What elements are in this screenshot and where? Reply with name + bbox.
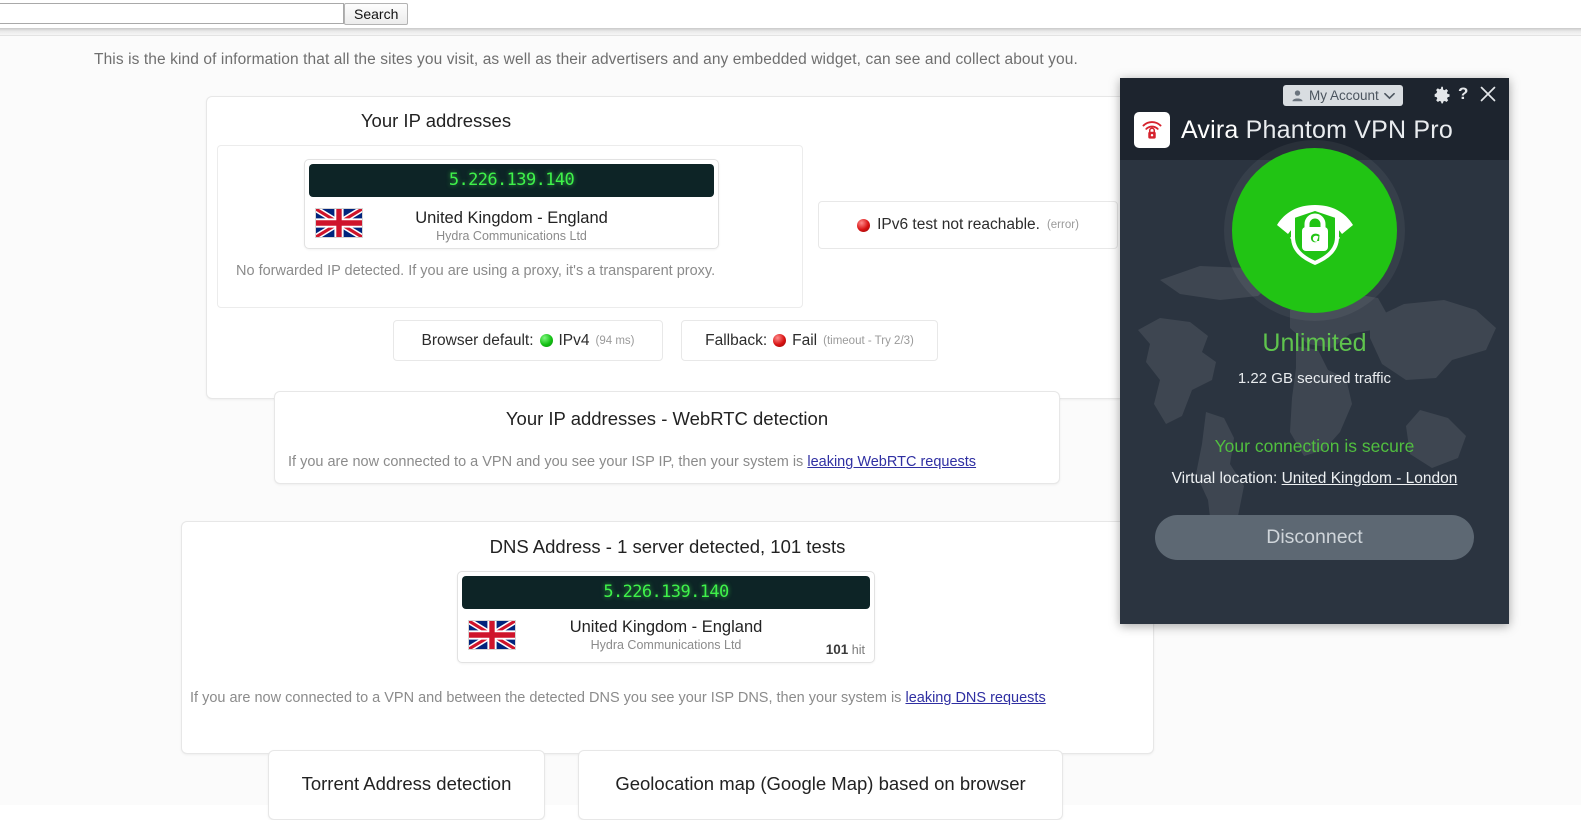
dns-ip-isp: Hydra Communications Ltd [590, 638, 742, 652]
browser-default-pill: Browser default: IPv4 (94 ms) [393, 320, 663, 361]
ip-panel-title: Your IP addresses [360, 110, 512, 131]
webrtc-panel-title: Your IP addresses - WebRTC detection [505, 408, 829, 429]
intro-text: This is the kind of information that all… [94, 51, 1078, 68]
leaking-webrtc-link[interactable]: leaking WebRTC requests [807, 454, 976, 470]
vpn-connection-status: Your connection is secure [1214, 436, 1415, 456]
avira-logo-icon [1134, 112, 1170, 148]
browser-default-sub: (94 ms) [595, 334, 635, 347]
ip-inner-box: 5.226.139.140 United Kingdom - England H… [217, 145, 803, 308]
ip-addresses-panel: Your IP addresses 5.226.139.140 United K… [206, 96, 1126, 399]
torrent-panel-title: Torrent Address detection [301, 773, 512, 794]
toolbar-divider [0, 28, 1581, 36]
dns-ip-country: United Kingdom - England [569, 618, 763, 636]
ipv6-status-text: IPv6 test not reachable. [877, 216, 1040, 233]
webrtc-note: If you are now connected to a VPN and yo… [288, 454, 976, 470]
fallback-label: Fallback: [705, 331, 768, 349]
my-account-label: My Account [1309, 88, 1379, 103]
avira-vpn-window: My Account ? Avira Phantom VPN Pro Unlim… [1120, 78, 1509, 624]
fallback-pill: Fallback: Fail (timeout - Try 2/3) [681, 320, 938, 361]
leaking-dns-link[interactable]: leaking DNS requests [905, 690, 1045, 706]
dns-panel: DNS Address - 1 server detected, 101 tes… [181, 521, 1154, 754]
disconnect-button[interactable]: Disconnect [1155, 515, 1474, 560]
status-dot-icon [773, 334, 787, 347]
user-icon [1292, 90, 1303, 102]
dns-ip-address-display: 5.226.139.140 [462, 576, 870, 609]
gear-icon[interactable] [1433, 86, 1452, 105]
dns-note: If you are now connected to a VPN and be… [190, 690, 1046, 706]
ip-country: United Kingdom - England [415, 209, 608, 227]
dns-hit-count: 101 hit [826, 642, 865, 657]
geolocation-panel: Geolocation map (Google Map) based on br… [578, 750, 1063, 820]
ip-chip[interactable]: 5.226.139.140 United Kingdom - England H… [304, 159, 719, 249]
shield-lock-wifi-icon [1276, 204, 1353, 265]
search-button[interactable]: Search [344, 3, 409, 25]
status-dot-icon [539, 334, 553, 347]
chevron-down-icon [1383, 92, 1395, 99]
vpn-plan-label: Unlimited [1262, 329, 1367, 357]
dns-panel-title: DNS Address - 1 server detected, 101 tes… [489, 536, 846, 557]
my-account-button[interactable]: My Account [1283, 85, 1403, 106]
search-input[interactable] [0, 3, 344, 24]
dns-hit-number: 101 [825, 642, 849, 657]
vpn-connection-orb-button[interactable] [1232, 148, 1397, 313]
fallback-sub: (timeout - Try 2/3) [823, 334, 914, 347]
ip-isp: Hydra Communications Ltd [436, 229, 587, 243]
geolocation-panel-title: Geolocation map (Google Map) based on br… [615, 773, 1026, 794]
vpn-location-label: Virtual location: [1171, 470, 1278, 487]
vpn-virtual-location: Virtual location: United Kingdom - Londo… [1120, 470, 1509, 488]
browser-default-label: Browser default: [421, 331, 534, 349]
browser-search-bar: Search [0, 0, 1581, 28]
forwarded-ip-note: No forwarded IP detected. If you are usi… [236, 263, 716, 279]
brand-name: Avira [1181, 115, 1239, 144]
brand-lockup: Avira Phantom VPN Pro [1134, 112, 1453, 148]
ip-address-display: 5.226.139.140 [309, 164, 714, 197]
webrtc-panel: Your IP addresses - WebRTC detection If … [274, 391, 1060, 484]
dns-ip-chip[interactable]: 5.226.139.140 United Kingdom - England H… [457, 571, 875, 663]
ipv6-status-pill: IPv6 test not reachable. (error) [818, 201, 1118, 249]
brand-product: Phantom VPN Pro [1245, 115, 1453, 144]
status-dot-icon [857, 218, 871, 232]
webrtc-note-text: If you are now connected to a VPN and yo… [288, 454, 808, 470]
ipv6-status-sub: (error) [1046, 219, 1079, 231]
fallback-value: Fail [792, 331, 818, 349]
vpn-location-value[interactable]: United Kingdom - London [1282, 470, 1458, 487]
close-icon[interactable] [1478, 84, 1498, 104]
help-icon[interactable]: ? [1458, 84, 1468, 104]
browser-default-value: IPv4 [558, 331, 590, 349]
torrent-panel: Torrent Address detection [268, 750, 545, 820]
dns-hit-label: hit [851, 643, 865, 657]
vpn-traffic-label: 1.22 GB secured traffic [1237, 370, 1392, 387]
brand-title: Avira Phantom VPN Pro [1181, 116, 1453, 145]
dns-note-text: If you are now connected to a VPN and be… [190, 690, 906, 706]
